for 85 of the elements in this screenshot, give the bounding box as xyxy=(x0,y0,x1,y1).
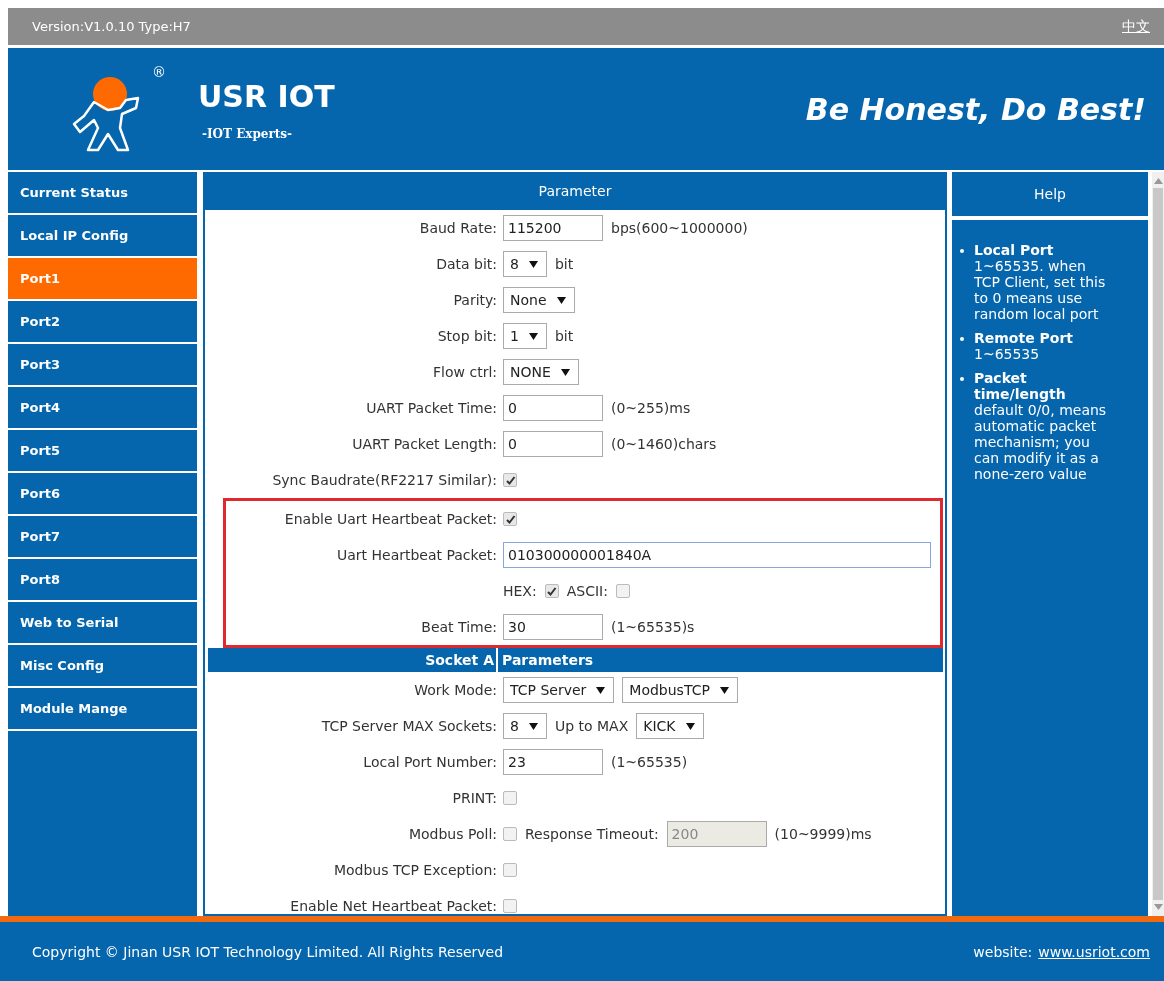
field-label: Beat Time: xyxy=(421,619,497,635)
copyright-text: Copyright © Jinan USR IOT Technology Limited. All Rights Reserved xyxy=(32,943,504,960)
checkbox[interactable] xyxy=(503,473,517,487)
scroll-up-icon[interactable] xyxy=(1153,178,1163,184)
scroll-down-icon[interactable] xyxy=(1153,904,1163,910)
section-heading: Socket A xyxy=(208,648,498,672)
website-label: website: xyxy=(973,943,1033,960)
field-hint: (10~9999)ms xyxy=(774,826,872,842)
field-label: Sync Baudrate(RF2217 Similar): xyxy=(272,472,497,488)
field-label: TCP Server MAX Sockets: xyxy=(321,718,497,734)
field-hint: (1~65535) xyxy=(611,754,688,770)
dropdown[interactable]: ModbusTCP xyxy=(622,677,738,703)
slogan: Be Honest, Do Best! xyxy=(805,91,1146,127)
section-heading: Parameters xyxy=(501,652,594,668)
field-hint: (1~65535)s xyxy=(611,619,695,635)
help-item-title: Remote Port xyxy=(974,330,1074,346)
field-label: Flow ctrl: xyxy=(433,364,497,380)
help-item-text: 1~65535 xyxy=(974,346,1041,362)
checkbox[interactable] xyxy=(615,584,630,598)
checkbox[interactable] xyxy=(503,791,517,805)
checkbox[interactable] xyxy=(503,827,517,841)
field-label: UART Packet Length: xyxy=(352,436,497,452)
caret-icon xyxy=(596,686,606,694)
help-item-title: Local Port xyxy=(974,242,1055,258)
dropdown[interactable]: KICK xyxy=(636,713,704,739)
bullet-icon xyxy=(960,249,964,253)
field-label: PRINT: xyxy=(452,790,497,806)
dropdown[interactable]: TCP Server xyxy=(503,677,615,703)
field-label: Enable Uart Heartbeat Packet: xyxy=(284,511,497,527)
language-link[interactable]: 中文 xyxy=(1122,17,1150,36)
input-field[interactable]: 23 xyxy=(503,749,603,775)
input-field[interactable]: 0 xyxy=(503,395,603,421)
field-label: Data bit: xyxy=(436,256,497,272)
field-label: Modbus TCP Exception: xyxy=(333,862,497,878)
field-hint: bps(600~1000000) xyxy=(611,220,748,236)
caret-icon xyxy=(528,260,538,268)
input-field[interactable]: 0 xyxy=(503,431,603,457)
field-label: Local Port Number: xyxy=(363,754,497,770)
checkbox[interactable] xyxy=(503,863,517,877)
input-field[interactable]: 010300000001840A xyxy=(503,542,931,568)
field-hint: (0~255)ms xyxy=(611,400,691,416)
field-hint: bit xyxy=(554,256,574,272)
input-field[interactable]: 30 xyxy=(503,614,603,640)
version-text: Version:V1.0.10 Type:H7 xyxy=(32,19,191,34)
brand-title: USR IOT xyxy=(198,78,335,116)
caret-icon xyxy=(560,368,570,376)
bullet-icon xyxy=(960,337,964,341)
field-label: Parity: xyxy=(453,292,497,308)
help-item-text: default 0/0, means automatic packet mechanism; you can modify it as a none-zero value xyxy=(974,402,1108,482)
caret-icon xyxy=(528,332,538,340)
field-hint: Response Timeout: xyxy=(525,826,659,842)
scrollbar-thumb[interactable] xyxy=(1153,188,1163,900)
field-label: Stop bit: xyxy=(437,328,497,344)
field-label: Uart Heartbeat Packet: xyxy=(336,547,497,563)
panel-title: Parameter xyxy=(205,172,945,210)
dropdown[interactable]: None xyxy=(503,287,575,313)
dropdown[interactable]: 8 xyxy=(503,251,547,277)
caret-icon xyxy=(556,296,566,304)
caret-icon xyxy=(528,722,538,730)
field-label: Baud Rate: xyxy=(419,220,497,236)
help-title: Help xyxy=(952,172,1148,216)
help-item-text: 1~65535. when TCP Client, set this to 0 means use random local port xyxy=(974,258,1107,322)
caret-icon xyxy=(719,686,729,694)
registered-mark: ® xyxy=(152,64,166,80)
checkbox[interactable] xyxy=(503,899,517,913)
field-hint: bit xyxy=(554,328,574,344)
brand-subtitle: -IOT Experts- xyxy=(202,127,294,141)
field-label: Work Mode: xyxy=(414,682,497,698)
checkbox[interactable] xyxy=(503,512,517,526)
field-label: Enable Net Heartbeat Packet: xyxy=(290,898,497,914)
bullet-icon xyxy=(960,377,964,381)
scrollbar[interactable] xyxy=(1152,172,1164,916)
field-label: Modbus Poll: xyxy=(408,826,497,842)
caret-icon xyxy=(685,722,695,730)
dropdown[interactable]: NONE xyxy=(503,359,579,385)
checkbox[interactable] xyxy=(544,584,559,598)
field-hint: Up to MAX xyxy=(554,718,629,734)
field-hint: (0~1460)chars xyxy=(611,436,717,452)
website-link[interactable]: www.usriot.com xyxy=(1038,943,1150,960)
field-hint: HEX: xyxy=(503,583,537,599)
field-label: UART Packet Time: xyxy=(366,400,497,416)
dropdown[interactable]: 1 xyxy=(503,323,547,349)
field-hint: ASCII: xyxy=(566,583,608,599)
dropdown[interactable]: 8 xyxy=(503,713,547,739)
input-field[interactable]: 115200 xyxy=(503,215,603,241)
